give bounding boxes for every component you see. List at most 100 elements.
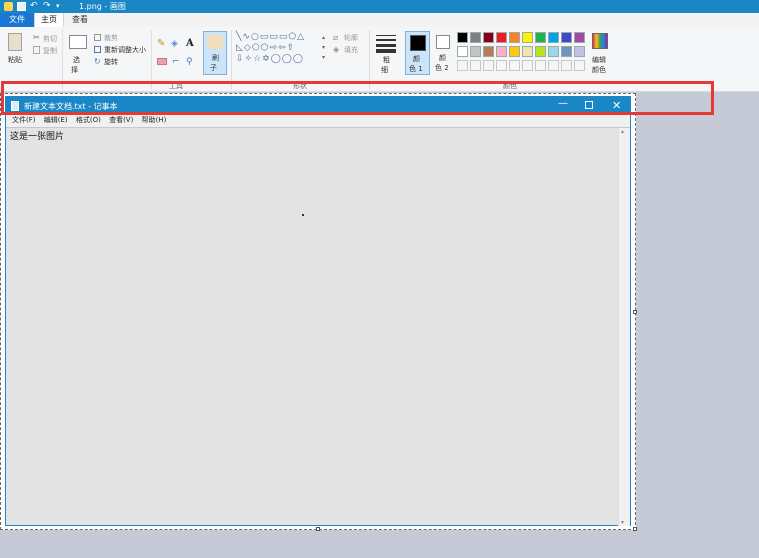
fill-icon[interactable]: ◈ xyxy=(333,46,341,54)
paint-app-icon[interactable] xyxy=(4,2,13,11)
paste-icon[interactable] xyxy=(8,33,22,51)
custom-color-slot[interactable] xyxy=(535,60,546,71)
shapes-scroll-arrows[interactable]: ▴ ▾ ▾ xyxy=(322,33,328,65)
custom-color-slot[interactable] xyxy=(574,60,585,71)
copy-icon[interactable] xyxy=(33,46,40,54)
size-icon[interactable] xyxy=(376,33,396,53)
notepad-menu-format[interactable]: 格式(O) xyxy=(76,116,101,124)
rotate-button[interactable]: 旋转 xyxy=(104,57,118,67)
palette-swatch[interactable] xyxy=(483,46,494,57)
shapes-gallery[interactable]: ╲∿○▭▭▭⬠△ ◺◇⬠⬡⇨⇦⇧ ⇩✧☆✡◯◯◯ xyxy=(236,32,322,66)
palette-swatch[interactable] xyxy=(470,32,481,43)
resize-icon[interactable] xyxy=(94,46,101,53)
eraser-icon[interactable] xyxy=(157,58,167,65)
tab-file[interactable]: 文件 xyxy=(0,13,34,27)
magnifier-icon[interactable]: ⚲ xyxy=(186,57,196,67)
scissors-icon[interactable]: ✂ xyxy=(33,34,41,42)
color2-label-line1: 颜 xyxy=(439,54,446,62)
palette-swatch[interactable] xyxy=(457,46,468,57)
notepad-text-area[interactable]: 这是一张图片 ▴ ▾ xyxy=(6,127,630,526)
palette-swatch[interactable] xyxy=(574,32,585,43)
notepad-menu-help[interactable]: 帮助(H) xyxy=(142,116,167,124)
palette-swatch[interactable] xyxy=(496,32,507,43)
palette-swatch[interactable] xyxy=(548,46,559,57)
size-button-line1[interactable]: 粗 xyxy=(383,55,390,65)
notepad-menu-edit[interactable]: 编辑(E) xyxy=(44,116,68,124)
notepad-scrollbar[interactable]: ▴ ▾ xyxy=(618,128,630,526)
custom-color-slot[interactable] xyxy=(509,60,520,71)
palette-swatch[interactable] xyxy=(483,32,494,43)
color2-label-line2: 色 2 xyxy=(435,64,449,72)
custom-color-slot[interactable] xyxy=(470,60,481,71)
color1-label-line1: 颜 xyxy=(413,55,420,63)
customize-toolbar-icon[interactable]: ▾ xyxy=(56,2,65,11)
color2-button[interactable]: 颜 色 2 xyxy=(432,31,456,75)
notepad-menu-bar: 文件(F) 编辑(E) 格式(O) 查看(V) 帮助(H) xyxy=(6,115,630,126)
tab-view[interactable]: 查看 xyxy=(64,13,96,27)
select-button-line2[interactable]: 择 xyxy=(71,65,78,75)
palette-swatch[interactable] xyxy=(561,46,572,57)
palette-swatch[interactable] xyxy=(509,46,520,57)
tab-home[interactable]: 主页 xyxy=(34,13,64,27)
brush-label-line1: 刷 xyxy=(212,54,219,62)
palette-swatch[interactable] xyxy=(509,32,520,43)
edit-colors-label-line1[interactable]: 编辑 xyxy=(592,55,606,65)
palette-swatch[interactable] xyxy=(457,32,468,43)
redo-icon[interactable]: ↷ xyxy=(43,2,52,11)
palette-swatch[interactable] xyxy=(548,32,559,43)
rotate-icon[interactable]: ↻ xyxy=(94,58,101,66)
palette-swatch[interactable] xyxy=(522,46,533,57)
crop-icon[interactable] xyxy=(94,34,101,41)
size-button-line2[interactable]: 细 xyxy=(381,65,388,75)
palette-swatch[interactable] xyxy=(535,32,546,43)
cut-button[interactable]: 剪切 xyxy=(43,34,57,44)
canvas-resize-handle[interactable] xyxy=(316,527,320,531)
palette-swatch[interactable] xyxy=(470,46,481,57)
color1-swatch xyxy=(410,35,426,51)
ribbon-tabs: 文件 主页 查看 xyxy=(0,13,759,27)
color1-label-line2: 色 1 xyxy=(409,65,423,73)
palette-swatch[interactable] xyxy=(574,46,585,57)
select-icon[interactable] xyxy=(69,35,87,49)
select-button-line1[interactable]: 选 xyxy=(73,55,80,65)
paste-button[interactable]: 粘贴 xyxy=(8,55,22,65)
pencil-icon[interactable]: ✎ xyxy=(157,39,167,49)
color-picker-icon[interactable]: ⌐ xyxy=(172,57,180,67)
custom-color-slot[interactable] xyxy=(483,60,494,71)
fill-button[interactable]: 填充 xyxy=(344,45,358,55)
edit-colors-label-line2[interactable]: 颜色 xyxy=(592,65,606,75)
notepad-menu-view[interactable]: 查看(V) xyxy=(109,116,133,124)
palette-swatch[interactable] xyxy=(522,32,533,43)
text-tool-icon[interactable]: A xyxy=(186,38,196,49)
custom-color-slot[interactable] xyxy=(522,60,533,71)
fill-bucket-icon[interactable]: ◈ xyxy=(171,39,181,49)
palette-swatch[interactable] xyxy=(535,46,546,57)
scroll-up-icon[interactable]: ▴ xyxy=(621,128,624,135)
custom-color-slot[interactable] xyxy=(548,60,559,71)
palette-swatch[interactable] xyxy=(561,32,572,43)
scroll-down-icon[interactable]: ▾ xyxy=(621,519,624,526)
outline-icon[interactable]: ⧄ xyxy=(333,34,341,42)
brushes-button[interactable]: 刷 子 xyxy=(203,31,227,75)
title-bar: ↶ ↷ ▾ 1.png - 画图 xyxy=(0,0,759,13)
shapes-row-2: ◺◇⬠⬡⇨⇦⇧ xyxy=(236,43,296,53)
custom-color-slot[interactable] xyxy=(496,60,507,71)
crop-button[interactable]: 裁剪 xyxy=(104,33,118,43)
custom-color-slot[interactable] xyxy=(561,60,572,71)
canvas-resize-handle[interactable] xyxy=(633,310,637,314)
undo-icon[interactable]: ↶ xyxy=(30,2,39,11)
quick-access-toolbar: ↶ ↷ ▾ xyxy=(0,0,65,13)
custom-color-slot[interactable] xyxy=(457,60,468,71)
resize-button[interactable]: 重新调整大小 xyxy=(104,45,146,55)
palette-swatch[interactable] xyxy=(496,46,507,57)
highlight-box xyxy=(1,81,714,115)
color-palette xyxy=(457,32,589,74)
copy-button[interactable]: 复制 xyxy=(43,46,57,56)
edit-colors-icon[interactable] xyxy=(592,33,608,49)
canvas-resize-handle[interactable] xyxy=(633,527,637,531)
save-icon[interactable] xyxy=(17,2,26,11)
color1-button[interactable]: 颜 色 1 xyxy=(405,31,430,75)
notepad-window: 新建文本文档.txt - 记事本 — ✕ 文件(F) 编辑(E) 格式(O) 查… xyxy=(5,96,631,526)
outline-button[interactable]: 轮廓 xyxy=(344,33,358,43)
notepad-menu-file[interactable]: 文件(F) xyxy=(12,116,36,124)
